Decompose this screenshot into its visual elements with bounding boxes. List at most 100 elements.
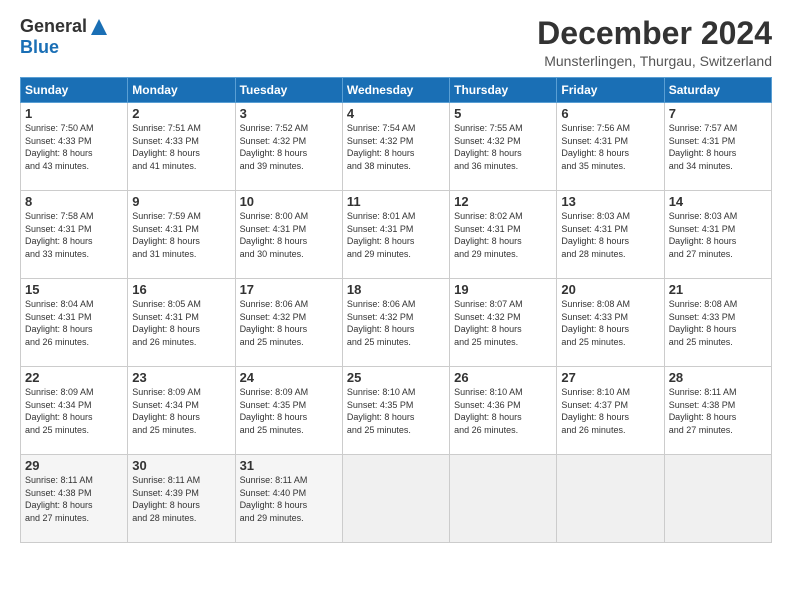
calendar-header-saturday: Saturday	[664, 78, 771, 103]
calendar-cell: 16Sunrise: 8:05 AM Sunset: 4:31 PM Dayli…	[128, 279, 235, 367]
day-info: Sunrise: 8:10 AM Sunset: 4:36 PM Dayligh…	[454, 386, 552, 436]
day-info: Sunrise: 7:57 AM Sunset: 4:31 PM Dayligh…	[669, 122, 767, 172]
day-info: Sunrise: 8:09 AM Sunset: 4:34 PM Dayligh…	[132, 386, 230, 436]
logo-icon	[89, 17, 109, 37]
calendar-cell: 8Sunrise: 7:58 AM Sunset: 4:31 PM Daylig…	[21, 191, 128, 279]
day-info: Sunrise: 8:03 AM Sunset: 4:31 PM Dayligh…	[561, 210, 659, 260]
day-info: Sunrise: 8:06 AM Sunset: 4:32 PM Dayligh…	[240, 298, 338, 348]
day-info: Sunrise: 7:58 AM Sunset: 4:31 PM Dayligh…	[25, 210, 123, 260]
calendar-cell: 26Sunrise: 8:10 AM Sunset: 4:36 PM Dayli…	[450, 367, 557, 455]
day-info: Sunrise: 7:50 AM Sunset: 4:33 PM Dayligh…	[25, 122, 123, 172]
day-number: 8	[25, 194, 123, 209]
calendar-header-wednesday: Wednesday	[342, 78, 449, 103]
calendar-cell: 10Sunrise: 8:00 AM Sunset: 4:31 PM Dayli…	[235, 191, 342, 279]
day-number: 3	[240, 106, 338, 121]
calendar-cell: 2Sunrise: 7:51 AM Sunset: 4:33 PM Daylig…	[128, 103, 235, 191]
day-number: 11	[347, 194, 445, 209]
calendar-cell	[664, 455, 771, 543]
day-number: 20	[561, 282, 659, 297]
day-number: 26	[454, 370, 552, 385]
day-number: 10	[240, 194, 338, 209]
day-info: Sunrise: 8:11 AM Sunset: 4:38 PM Dayligh…	[25, 474, 123, 524]
calendar-cell: 11Sunrise: 8:01 AM Sunset: 4:31 PM Dayli…	[342, 191, 449, 279]
day-info: Sunrise: 8:03 AM Sunset: 4:31 PM Dayligh…	[669, 210, 767, 260]
day-number: 14	[669, 194, 767, 209]
day-number: 28	[669, 370, 767, 385]
calendar-cell: 14Sunrise: 8:03 AM Sunset: 4:31 PM Dayli…	[664, 191, 771, 279]
calendar-week-2: 8Sunrise: 7:58 AM Sunset: 4:31 PM Daylig…	[21, 191, 772, 279]
day-number: 12	[454, 194, 552, 209]
logo: General Blue	[20, 16, 109, 58]
day-number: 15	[25, 282, 123, 297]
day-info: Sunrise: 8:02 AM Sunset: 4:31 PM Dayligh…	[454, 210, 552, 260]
day-number: 13	[561, 194, 659, 209]
page: General Blue December 2024 Munsterlingen…	[0, 0, 792, 612]
day-info: Sunrise: 8:11 AM Sunset: 4:38 PM Dayligh…	[669, 386, 767, 436]
calendar-cell: 18Sunrise: 8:06 AM Sunset: 4:32 PM Dayli…	[342, 279, 449, 367]
calendar-cell: 20Sunrise: 8:08 AM Sunset: 4:33 PM Dayli…	[557, 279, 664, 367]
calendar-cell	[342, 455, 449, 543]
day-number: 27	[561, 370, 659, 385]
day-number: 4	[347, 106, 445, 121]
day-number: 30	[132, 458, 230, 473]
calendar-week-5: 29Sunrise: 8:11 AM Sunset: 4:38 PM Dayli…	[21, 455, 772, 543]
day-info: Sunrise: 8:11 AM Sunset: 4:39 PM Dayligh…	[132, 474, 230, 524]
calendar-cell: 22Sunrise: 8:09 AM Sunset: 4:34 PM Dayli…	[21, 367, 128, 455]
logo-blue-text: Blue	[20, 37, 59, 58]
day-number: 31	[240, 458, 338, 473]
calendar-cell: 4Sunrise: 7:54 AM Sunset: 4:32 PM Daylig…	[342, 103, 449, 191]
calendar-header-friday: Friday	[557, 78, 664, 103]
day-number: 18	[347, 282, 445, 297]
calendar: SundayMondayTuesdayWednesdayThursdayFrid…	[20, 77, 772, 543]
day-number: 29	[25, 458, 123, 473]
day-number: 5	[454, 106, 552, 121]
calendar-cell: 13Sunrise: 8:03 AM Sunset: 4:31 PM Dayli…	[557, 191, 664, 279]
day-info: Sunrise: 8:08 AM Sunset: 4:33 PM Dayligh…	[669, 298, 767, 348]
day-number: 23	[132, 370, 230, 385]
calendar-cell: 15Sunrise: 8:04 AM Sunset: 4:31 PM Dayli…	[21, 279, 128, 367]
day-number: 6	[561, 106, 659, 121]
day-info: Sunrise: 7:56 AM Sunset: 4:31 PM Dayligh…	[561, 122, 659, 172]
calendar-cell: 7Sunrise: 7:57 AM Sunset: 4:31 PM Daylig…	[664, 103, 771, 191]
calendar-cell: 24Sunrise: 8:09 AM Sunset: 4:35 PM Dayli…	[235, 367, 342, 455]
day-number: 22	[25, 370, 123, 385]
day-info: Sunrise: 8:10 AM Sunset: 4:35 PM Dayligh…	[347, 386, 445, 436]
day-info: Sunrise: 8:00 AM Sunset: 4:31 PM Dayligh…	[240, 210, 338, 260]
calendar-cell: 17Sunrise: 8:06 AM Sunset: 4:32 PM Dayli…	[235, 279, 342, 367]
subtitle: Munsterlingen, Thurgau, Switzerland	[537, 53, 772, 69]
calendar-cell: 19Sunrise: 8:07 AM Sunset: 4:32 PM Dayli…	[450, 279, 557, 367]
day-info: Sunrise: 8:08 AM Sunset: 4:33 PM Dayligh…	[561, 298, 659, 348]
day-number: 24	[240, 370, 338, 385]
calendar-header-sunday: Sunday	[21, 78, 128, 103]
calendar-cell: 6Sunrise: 7:56 AM Sunset: 4:31 PM Daylig…	[557, 103, 664, 191]
calendar-week-3: 15Sunrise: 8:04 AM Sunset: 4:31 PM Dayli…	[21, 279, 772, 367]
day-number: 9	[132, 194, 230, 209]
calendar-cell: 28Sunrise: 8:11 AM Sunset: 4:38 PM Dayli…	[664, 367, 771, 455]
title-block: December 2024 Munsterlingen, Thurgau, Sw…	[537, 16, 772, 69]
day-info: Sunrise: 8:01 AM Sunset: 4:31 PM Dayligh…	[347, 210, 445, 260]
day-info: Sunrise: 8:10 AM Sunset: 4:37 PM Dayligh…	[561, 386, 659, 436]
day-info: Sunrise: 7:51 AM Sunset: 4:33 PM Dayligh…	[132, 122, 230, 172]
day-number: 19	[454, 282, 552, 297]
day-info: Sunrise: 8:07 AM Sunset: 4:32 PM Dayligh…	[454, 298, 552, 348]
calendar-cell: 5Sunrise: 7:55 AM Sunset: 4:32 PM Daylig…	[450, 103, 557, 191]
day-info: Sunrise: 8:05 AM Sunset: 4:31 PM Dayligh…	[132, 298, 230, 348]
calendar-header-monday: Monday	[128, 78, 235, 103]
month-title: December 2024	[537, 16, 772, 51]
day-info: Sunrise: 7:54 AM Sunset: 4:32 PM Dayligh…	[347, 122, 445, 172]
calendar-header-thursday: Thursday	[450, 78, 557, 103]
header: General Blue December 2024 Munsterlingen…	[20, 16, 772, 69]
day-info: Sunrise: 8:04 AM Sunset: 4:31 PM Dayligh…	[25, 298, 123, 348]
calendar-cell: 25Sunrise: 8:10 AM Sunset: 4:35 PM Dayli…	[342, 367, 449, 455]
day-number: 21	[669, 282, 767, 297]
calendar-cell: 30Sunrise: 8:11 AM Sunset: 4:39 PM Dayli…	[128, 455, 235, 543]
calendar-header-row: SundayMondayTuesdayWednesdayThursdayFrid…	[21, 78, 772, 103]
calendar-cell: 29Sunrise: 8:11 AM Sunset: 4:38 PM Dayli…	[21, 455, 128, 543]
day-number: 17	[240, 282, 338, 297]
calendar-week-1: 1Sunrise: 7:50 AM Sunset: 4:33 PM Daylig…	[21, 103, 772, 191]
day-info: Sunrise: 8:09 AM Sunset: 4:35 PM Dayligh…	[240, 386, 338, 436]
day-info: Sunrise: 7:55 AM Sunset: 4:32 PM Dayligh…	[454, 122, 552, 172]
logo-general-text: General	[20, 16, 87, 37]
calendar-cell: 12Sunrise: 8:02 AM Sunset: 4:31 PM Dayli…	[450, 191, 557, 279]
calendar-header-tuesday: Tuesday	[235, 78, 342, 103]
